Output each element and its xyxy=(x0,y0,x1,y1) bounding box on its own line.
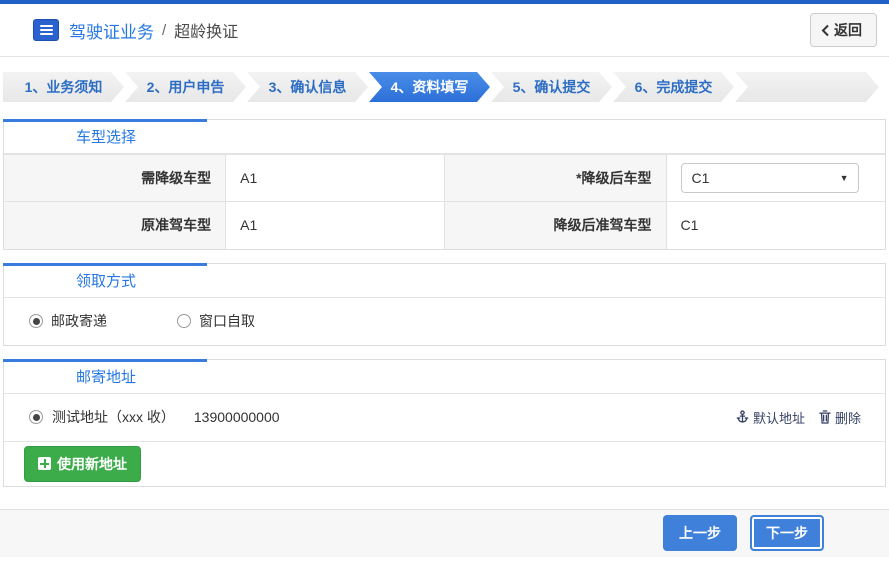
next-step-button[interactable]: 下一步 xyxy=(750,515,824,551)
address-phone: 13900000000 xyxy=(193,409,280,425)
anchor-icon xyxy=(736,410,749,423)
address-list-item: 测试地址（xxx 收） 13900000000 默认地址 删除 xyxy=(4,394,885,442)
use-new-address-button[interactable]: 使用新地址 xyxy=(24,445,141,482)
step-4-fill-materials[interactable]: 4、资料填写 xyxy=(369,72,490,102)
mailing-address-section-header: 邮寄地址 xyxy=(4,360,885,394)
downgraded-permit-value: C1 xyxy=(665,201,885,249)
radio-address-selected[interactable] xyxy=(29,410,43,424)
footer-action-bar: 上一步 下一步 xyxy=(0,508,889,557)
back-button[interactable]: 返回 xyxy=(810,13,877,47)
step-6-complete-submit[interactable]: 6、完成提交 xyxy=(613,72,734,102)
breadcrumb-page-title: 超龄换证 xyxy=(174,24,239,41)
step-filler-segment xyxy=(735,72,879,102)
table-row: 原准驾车型 A1 降级后准驾车型 C1 xyxy=(4,201,885,249)
step-2-user-declaration[interactable]: 2、用户申告 xyxy=(125,72,246,102)
default-address-link[interactable]: 默认地址 xyxy=(736,408,805,427)
radio-postal-delivery[interactable] xyxy=(29,314,43,328)
breadcrumb-business: 驾驶证业务 xyxy=(69,22,154,42)
pickup-method-section-header: 领取方式 xyxy=(4,264,885,298)
radio-window-pickup[interactable] xyxy=(177,314,191,328)
pickup-method-section: 领取方式 邮政寄递 窗口自取 xyxy=(3,262,886,346)
mailing-address-section: 邮寄地址 测试地址（xxx 收） 13900000000 默认地址 删除 使用新… xyxy=(3,358,886,487)
vehicle-type-section-title: 车型选择 xyxy=(75,129,136,146)
plus-icon xyxy=(38,457,51,470)
back-button-label: 返回 xyxy=(834,22,862,38)
previous-step-button[interactable]: 上一步 xyxy=(663,515,737,551)
pickup-method-section-title: 领取方式 xyxy=(75,272,136,290)
license-form-icon xyxy=(33,19,59,41)
vehicle-type-section-header: 车型选择 xyxy=(4,120,885,154)
downgrade-target-select[interactable]: C1 ▼ xyxy=(680,163,859,193)
new-address-row: 使用新地址 xyxy=(4,442,885,486)
breadcrumb-separator: / xyxy=(162,21,167,39)
delete-address-link[interactable]: 删除 xyxy=(819,408,861,427)
default-address-label: 默认地址 xyxy=(752,410,805,426)
vehicle-type-table: 需降级车型 A1 *降级后车型 C1 ▼ 原准驾车型 A1 降级后准驾车型 C1 xyxy=(4,154,885,249)
downgraded-permit-label: 降级后准驾车型 xyxy=(443,201,667,249)
mailing-address-section-title: 邮寄地址 xyxy=(75,368,136,386)
vehicle-type-section: 车型选择 需降级车型 A1 *降级后车型 C1 ▼ 原准驾车型 A1 降级后准驾… xyxy=(3,119,886,250)
trash-icon xyxy=(819,410,831,424)
pickup-method-options: 邮政寄递 窗口自取 xyxy=(4,298,885,345)
page: 驾驶证业务 / 超龄换证 返回 1、业务须知 2、用户申告 3、确认信息 4、资… xyxy=(0,0,889,562)
chevron-left-icon xyxy=(821,24,829,36)
radio-postal-delivery-label[interactable]: 邮政寄递 xyxy=(51,311,107,331)
address-text: 测试地址（xxx 收） xyxy=(52,409,175,425)
delete-address-label: 删除 xyxy=(834,410,861,426)
radio-window-pickup-label[interactable]: 窗口自取 xyxy=(199,311,255,331)
chevron-down-icon: ▼ xyxy=(839,173,849,183)
downgrade-source-value: A1 xyxy=(225,154,445,202)
use-new-address-label: 使用新地址 xyxy=(57,455,127,472)
original-permit-label: 原准驾车型 xyxy=(4,201,227,249)
select-selected-value: C1 xyxy=(691,170,710,186)
step-1-business-notice[interactable]: 1、业务须知 xyxy=(3,72,124,102)
table-row: 需降级车型 A1 *降级后车型 C1 ▼ xyxy=(4,154,885,202)
step-3-confirm-info[interactable]: 3、确认信息 xyxy=(247,72,368,102)
header: 驾驶证业务 / 超龄换证 返回 xyxy=(0,4,889,57)
original-permit-value: A1 xyxy=(225,201,445,249)
downgrade-source-label: 需降级车型 xyxy=(4,154,227,202)
step-navigation: 1、业务须知 2、用户申告 3、确认信息 4、资料填写 5、确认提交 6、完成提… xyxy=(3,72,889,102)
step-5-confirm-submit[interactable]: 5、确认提交 xyxy=(491,72,612,102)
downgrade-target-label: *降级后车型 xyxy=(443,154,667,202)
